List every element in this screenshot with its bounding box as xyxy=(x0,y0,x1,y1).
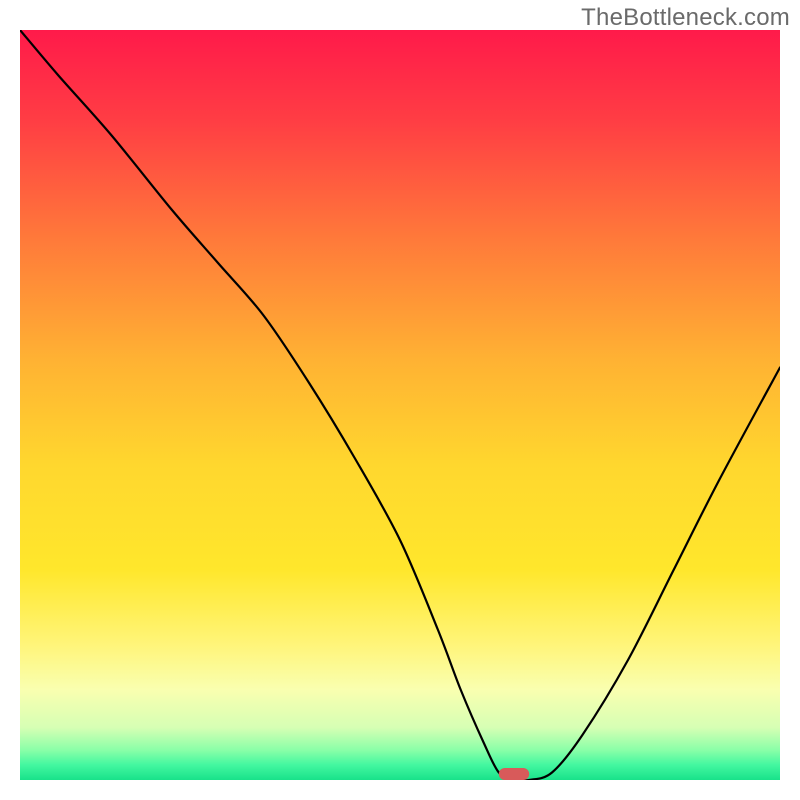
gradient-background xyxy=(20,30,780,780)
optimal-range-marker xyxy=(499,768,529,780)
chart-svg xyxy=(20,30,780,780)
chart-root: TheBottleneck.com xyxy=(0,0,800,800)
watermark-label: TheBottleneck.com xyxy=(581,4,790,32)
plot-area xyxy=(20,30,780,780)
